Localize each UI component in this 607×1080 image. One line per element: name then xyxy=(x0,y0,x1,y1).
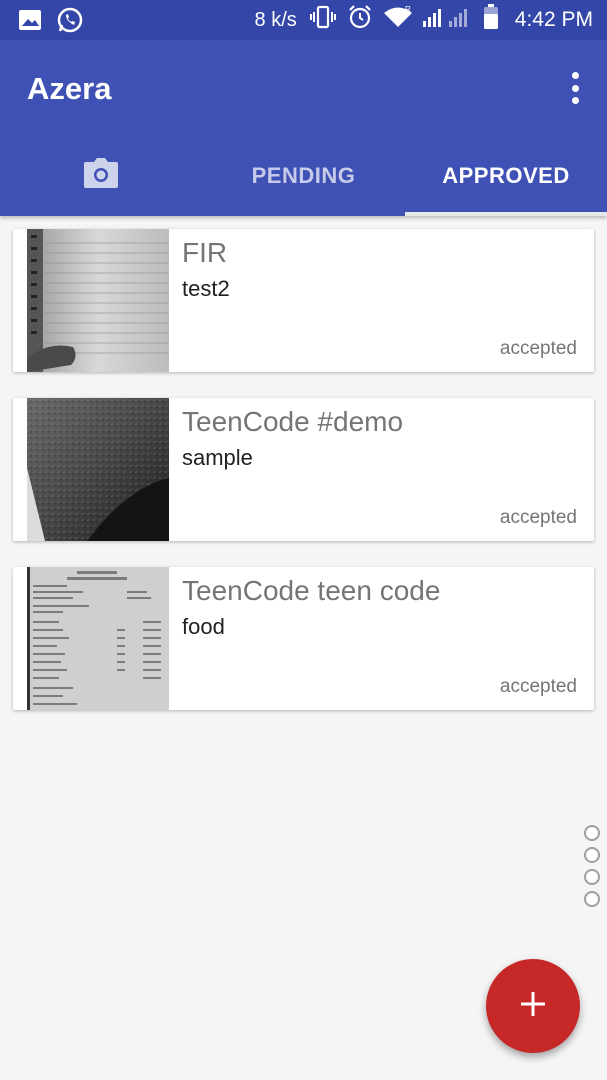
page-dot[interactable] xyxy=(584,891,600,907)
item-title: TeenCode teen code xyxy=(182,575,441,606)
network-speed: 8 k/s xyxy=(254,8,297,31)
tab-approved-label: APPROVED xyxy=(442,163,570,188)
page-dot[interactable] xyxy=(584,825,600,841)
item-subtitle: test2 xyxy=(182,276,230,301)
page-indicator[interactable] xyxy=(584,825,600,907)
tab-camera[interactable] xyxy=(0,136,202,216)
battery-icon xyxy=(483,4,499,36)
dark-texture-photo xyxy=(27,398,169,541)
add-button[interactable] xyxy=(486,959,580,1053)
approved-list: FIR test2 accepted TeenCode #demo sample… xyxy=(13,229,594,736)
overflow-menu-icon[interactable] xyxy=(569,72,581,104)
page-dot[interactable] xyxy=(584,847,600,863)
clock: 4:42 PM xyxy=(514,8,593,31)
tab-indicator xyxy=(405,212,607,216)
item-title: FIR xyxy=(182,237,228,268)
alarm-icon xyxy=(347,4,373,36)
app-title: Azera xyxy=(27,71,112,106)
item-subtitle: food xyxy=(182,614,225,639)
tab-approved[interactable]: APPROVED xyxy=(405,136,607,216)
status-bar: 8 k/s R 4:42 PM xyxy=(0,0,607,40)
whatsapp-icon xyxy=(56,6,84,39)
signal-icon xyxy=(422,5,473,35)
page-dot[interactable] xyxy=(584,869,600,885)
list-item[interactable]: FIR test2 accepted xyxy=(13,229,594,372)
item-status: accepted xyxy=(499,507,577,528)
item-title: TeenCode #demo xyxy=(182,406,404,437)
svg-text:R: R xyxy=(405,5,411,14)
item-status: accepted xyxy=(499,338,577,359)
list-item[interactable]: TeenCode #demo sample accepted xyxy=(13,398,594,541)
notebook-photo xyxy=(27,229,169,372)
app-bar: Azera PENDING APPROVED xyxy=(0,40,607,216)
vibrate-icon xyxy=(309,5,337,35)
item-subtitle: sample xyxy=(182,445,253,470)
tab-pending[interactable]: PENDING xyxy=(202,136,405,216)
tab-bar: PENDING APPROVED xyxy=(0,136,607,216)
plus-icon xyxy=(520,991,546,1022)
image-icon xyxy=(18,9,42,36)
wifi-icon: R xyxy=(383,5,413,35)
item-status: accepted xyxy=(499,676,577,697)
receipt-photo xyxy=(27,567,169,710)
camera-icon xyxy=(83,158,119,194)
list-item[interactable]: TeenCode teen code food accepted xyxy=(13,567,594,710)
